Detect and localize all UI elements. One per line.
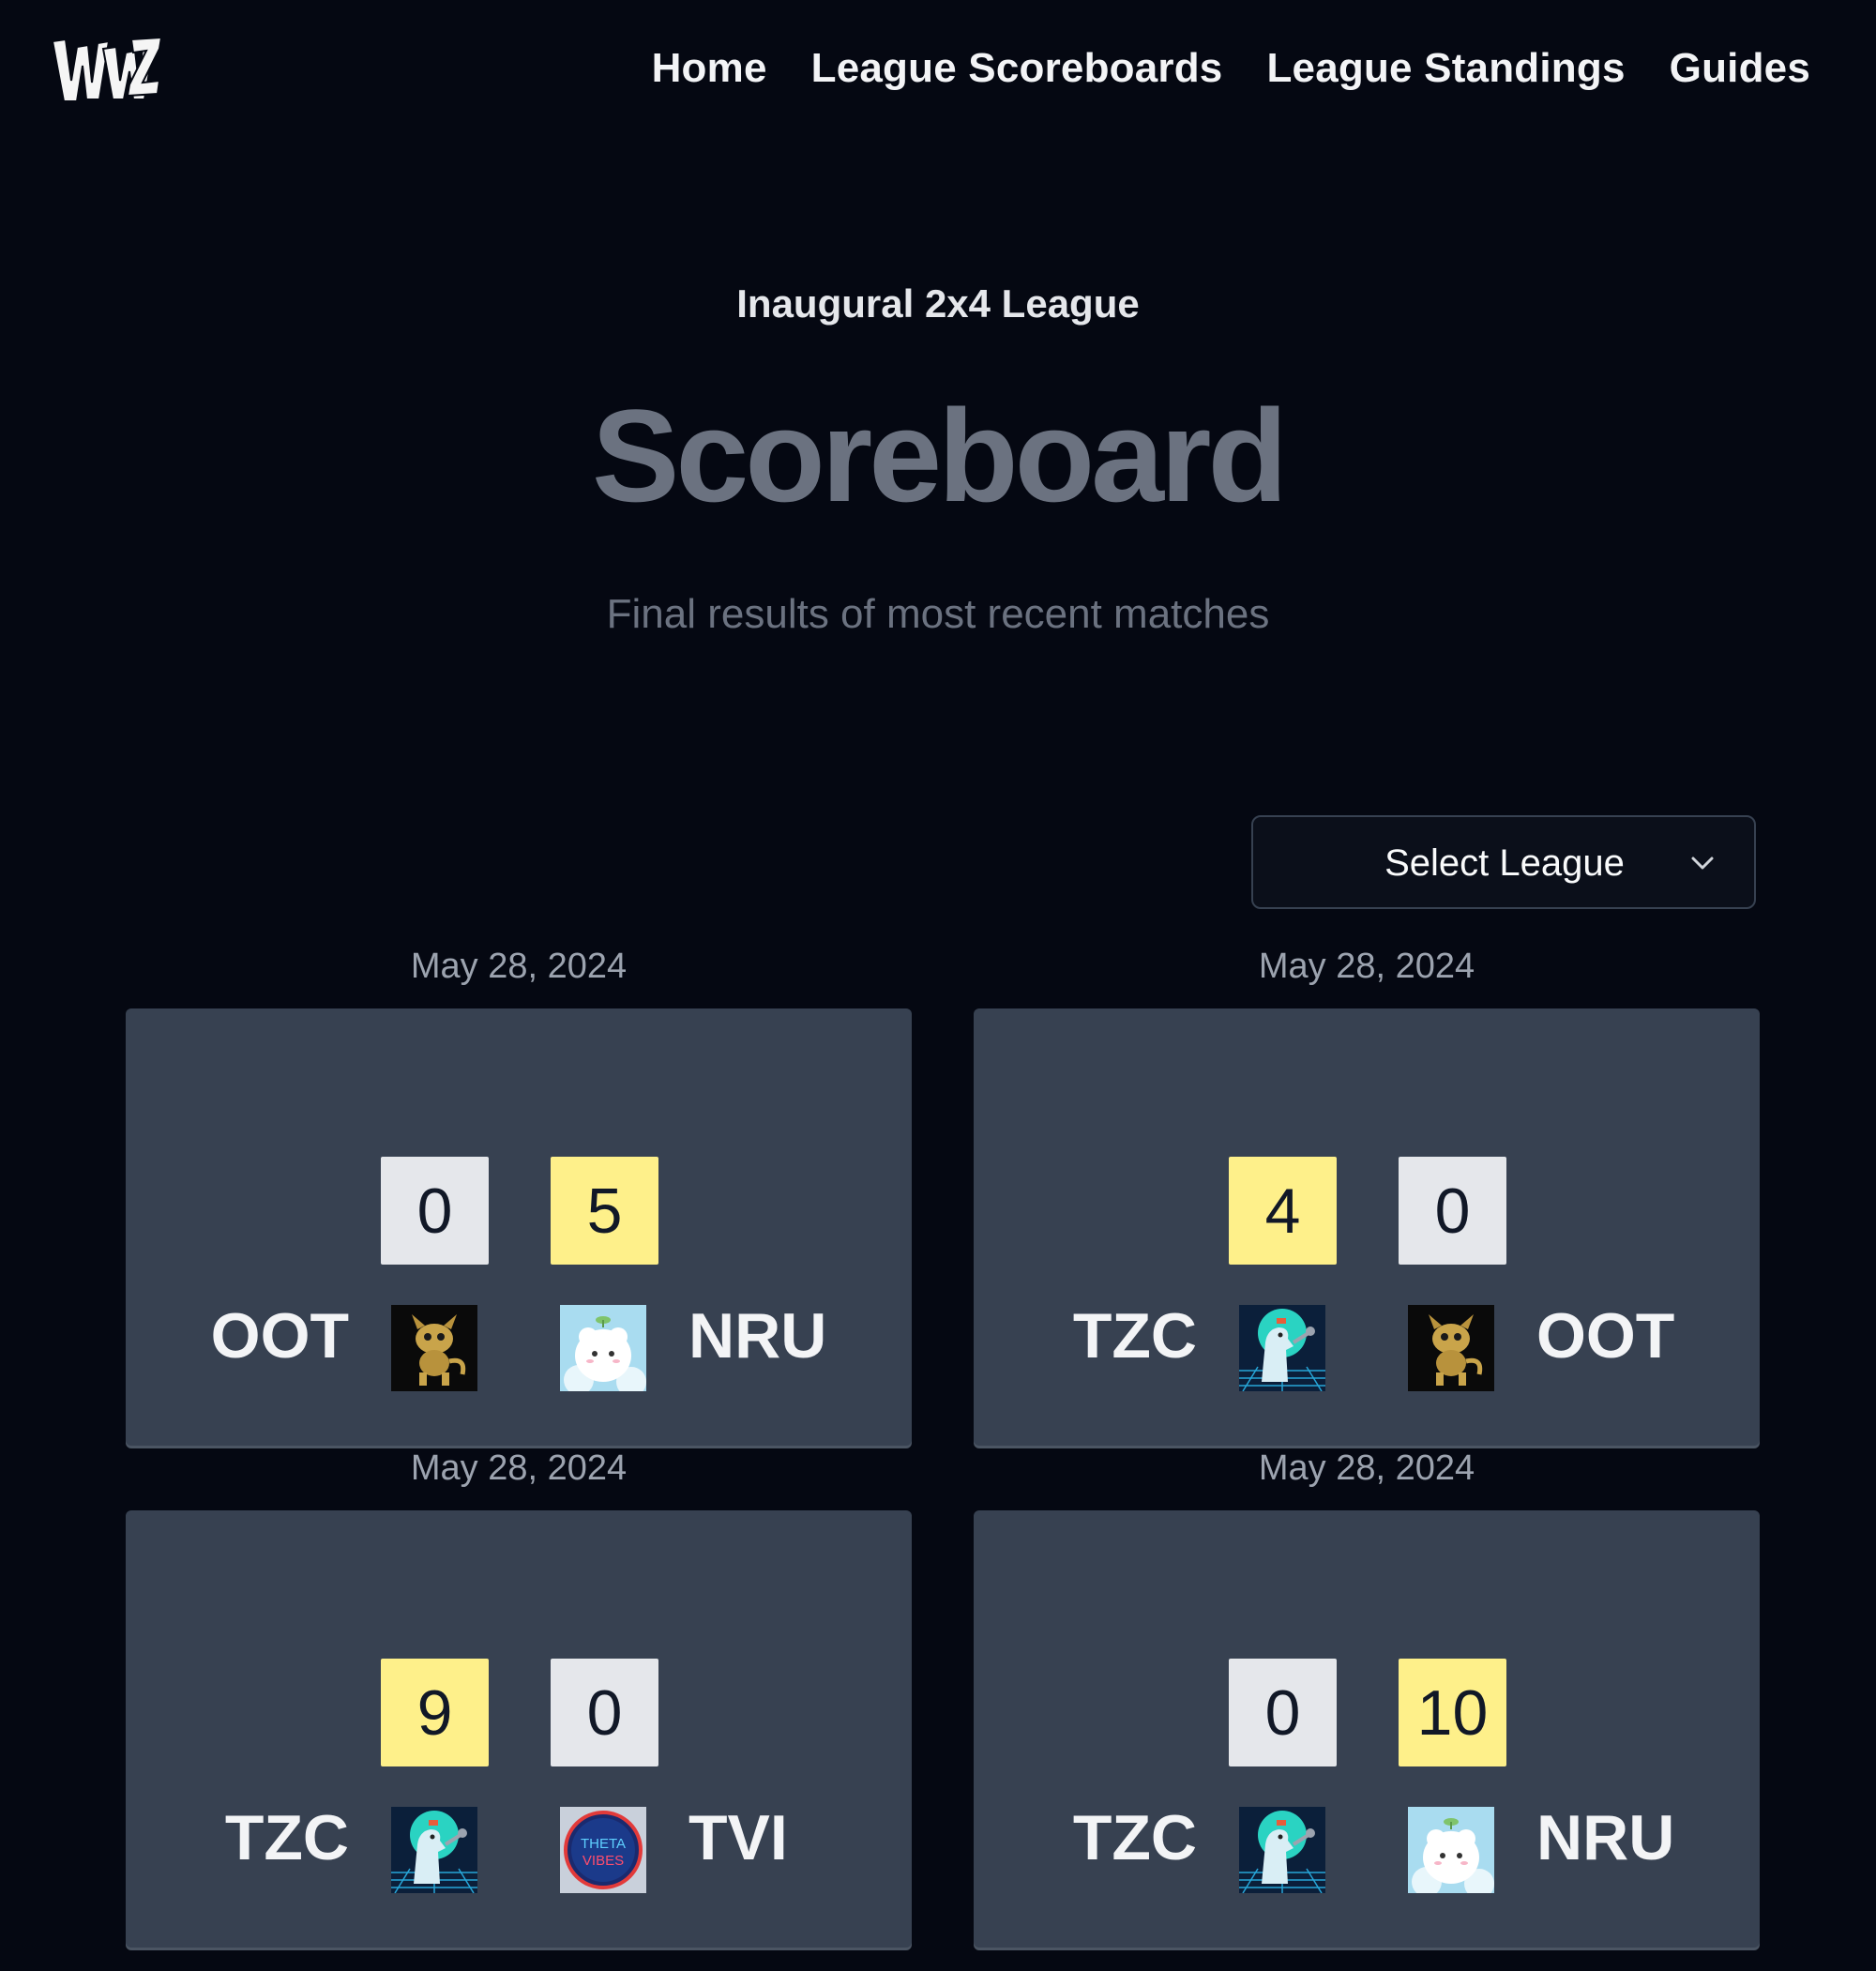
away-score: 10 [1399, 1659, 1506, 1766]
home-team-name: TZC [1072, 1300, 1197, 1372]
dinosaur-avatar [391, 1807, 477, 1893]
theta-vibes-avatar: THETA VIBES [560, 1807, 646, 1893]
nav-guides-link[interactable]: Guides [1670, 45, 1810, 92]
match-card[interactable]: May 28, 2024 0 10 TZC NRU [974, 1448, 1760, 1948]
away-team-name: OOT [1536, 1300, 1675, 1372]
theta-vibes-text-line1: THETA [581, 1836, 626, 1852]
nav-home-link[interactable]: Home [652, 45, 767, 92]
away-team-name: TVI [688, 1802, 788, 1873]
home-score: 0 [1229, 1659, 1337, 1766]
league-select-dropdown[interactable]: Select League [1251, 815, 1756, 909]
home-score: 0 [381, 1157, 489, 1265]
match-date: May 28, 2024 [410, 947, 628, 986]
match-card[interactable]: May 28, 2024 9 0 TZC THETA VIBES TVI [126, 1448, 912, 1948]
home-score: 9 [381, 1659, 489, 1766]
nav-league-scoreboards-link[interactable]: League Scoreboards [811, 45, 1223, 92]
home-score: 4 [1229, 1157, 1337, 1265]
match-date: May 28, 2024 [410, 1448, 628, 1488]
golden-creature-avatar [1408, 1305, 1494, 1391]
white-alpaca-avatar [1408, 1807, 1494, 1893]
home-team-name: TZC [1072, 1802, 1197, 1873]
page-title: Scoreboard [592, 382, 1288, 529]
match-card[interactable]: May 28, 2024 0 5 OOT NRU [126, 947, 912, 1446]
match-date: May 28, 2024 [1258, 947, 1475, 986]
top-navbar: Home League Scoreboards League Standings… [0, 0, 1876, 141]
golden-creature-avatar [391, 1305, 477, 1391]
page-subtitle: Final results of most recent matches [606, 591, 1270, 637]
away-score: 5 [551, 1157, 658, 1265]
dinosaur-avatar [1239, 1305, 1325, 1391]
away-score: 0 [1399, 1157, 1506, 1265]
away-team-name: NRU [688, 1300, 827, 1372]
away-score: 0 [551, 1659, 658, 1766]
away-team-name: NRU [1536, 1802, 1675, 1873]
nav-league-standings-link[interactable]: League Standings [1266, 45, 1625, 92]
match-card[interactable]: May 28, 2024 4 0 TZC OOT [974, 947, 1760, 1446]
home-team-name: OOT [210, 1300, 349, 1372]
theta-vibes-text-line2: VIBES [582, 1853, 624, 1869]
league-name: Inaugural 2x4 League [736, 281, 1140, 326]
dinosaur-avatar [1239, 1807, 1325, 1893]
league-select-label: Select League [1384, 842, 1625, 884]
white-alpaca-avatar [560, 1305, 646, 1391]
match-date: May 28, 2024 [1258, 1448, 1475, 1488]
wwz-logo[interactable] [51, 34, 163, 105]
home-team-name: TZC [224, 1802, 349, 1873]
chevron-down-icon [1691, 857, 1714, 870]
